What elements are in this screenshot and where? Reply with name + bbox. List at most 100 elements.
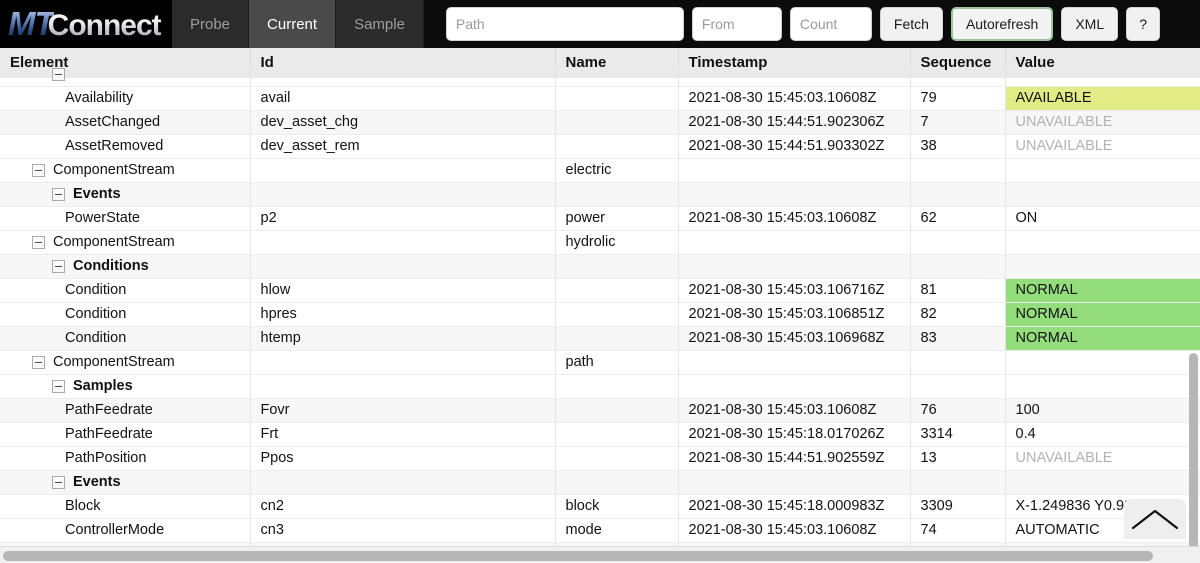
cell-sequence: 83 <box>910 326 1006 351</box>
xml-button[interactable]: XML <box>1061 7 1119 41</box>
top-navbar: MTConnect Probe Current Sample Fetch Aut… <box>0 0 1200 48</box>
table-row[interactable]: Block cn2 block 2021-08-30 15:45:18.000983Z… <box>0 494 1200 519</box>
element-label: AssetChanged <box>65 114 161 130</box>
horizontal-scrollbar-thumb[interactable] <box>3 551 1153 561</box>
cell-timestamp: 2021-08-30 15:44:51.902306Z <box>678 110 911 135</box>
cell-element: Availability <box>0 86 251 111</box>
column-header-id[interactable]: Id <box>250 48 556 79</box>
autorefresh-button[interactable]: Autorefresh <box>950 7 1054 41</box>
table-row[interactable]: Conditions <box>0 254 1200 279</box>
horizontal-scrollbar-track[interactable] <box>0 546 1200 563</box>
element-label: Block <box>65 498 101 514</box>
table-row[interactable]: ControllerMode cn3 mode 2021-08-30 15:45:03… <box>0 518 1200 543</box>
cell-name <box>555 110 679 135</box>
element-label: ComponentStream <box>53 162 175 178</box>
table-row[interactable]: PathFeedrate Fovr 2021-08-30 15:45:03.1060… <box>0 398 1200 423</box>
table-row[interactable]: Events <box>0 182 1200 207</box>
element-label: Condition <box>65 330 127 346</box>
collapse-toggle-icon[interactable] <box>52 475 65 489</box>
column-header-sequence[interactable]: Sequence <box>910 48 1006 79</box>
cell-timestamp: 2021-08-30 15:45:03.10608Z <box>678 206 911 231</box>
table-row[interactable]: AssetRemoved dev_asset_rem 2021-08-30 15:4… <box>0 134 1200 159</box>
cell-name <box>555 422 679 447</box>
tab-probe[interactable]: Probe <box>172 0 250 48</box>
cell-value: UNAVAILABLE <box>1005 134 1200 159</box>
cell-sequence <box>910 470 1006 495</box>
help-button[interactable]: ? <box>1126 7 1161 41</box>
fetch-button[interactable]: Fetch <box>879 7 943 41</box>
status-badge: NORMAL <box>1005 327 1200 350</box>
cell-sequence: 3309 <box>910 494 1006 519</box>
column-header-element[interactable]: Element <box>0 48 251 79</box>
table-row[interactable]: ComponentStream electric <box>0 158 1200 183</box>
element-label: Conditions <box>73 258 149 274</box>
scroll-to-top-button[interactable] <box>1124 499 1186 539</box>
cell-timestamp <box>678 254 911 279</box>
element-label: PathFeedrate <box>65 402 153 418</box>
path-input[interactable] <box>445 7 684 41</box>
table-row[interactable]: Samples <box>0 374 1200 399</box>
table-row[interactable]: PathPosition Ppos 2021-08-30 15:44:51.9025… <box>0 446 1200 471</box>
cell-value <box>1005 350 1200 375</box>
count-input[interactable] <box>789 7 872 41</box>
cell-value <box>1005 254 1200 279</box>
table-row[interactable]: Condition hpres 2021-08-30 15:45:03.106851… <box>0 302 1200 327</box>
table-row[interactable]: ComponentStream hydrolic <box>0 230 1200 255</box>
cell-value: NORMAL <box>1005 278 1200 303</box>
cell-timestamp: 2021-08-30 15:45:03.106716Z <box>678 278 911 303</box>
cell-id <box>250 374 556 399</box>
table-row[interactable]: Events <box>0 470 1200 495</box>
tab-sample[interactable]: Sample <box>336 0 424 48</box>
cell-element: ComponentStream <box>0 158 251 183</box>
cell-element: Condition <box>0 302 251 327</box>
cell-name: electric <box>555 158 679 183</box>
collapse-toggle-icon[interactable] <box>32 235 45 249</box>
table-row[interactable]: Condition hlow 2021-08-30 15:45:03.106716Z… <box>0 278 1200 303</box>
status-badge: NORMAL <box>1005 279 1200 302</box>
collapse-toggle-icon[interactable] <box>32 163 45 177</box>
cell-element: Condition <box>0 278 251 303</box>
collapse-toggle-icon[interactable] <box>52 67 65 81</box>
cell-sequence: 3314 <box>910 422 1006 447</box>
cell-name <box>555 134 679 159</box>
element-label: PathPosition <box>65 450 147 466</box>
table-row[interactable]: PowerState p2 power 2021-08-30 15:45:03.106… <box>0 206 1200 231</box>
logo-connect-text: Connect <box>47 9 162 42</box>
collapse-toggle-icon[interactable] <box>32 355 45 369</box>
table-row[interactable]: PathFeedrate Frt 2021-08-30 15:45:18.01702… <box>0 422 1200 447</box>
collapse-toggle-icon[interactable] <box>52 379 65 393</box>
cell-element: PowerState <box>0 206 251 231</box>
cell-timestamp <box>678 374 911 399</box>
cell-element: ComponentStream <box>0 230 251 255</box>
cell-value <box>1005 182 1200 207</box>
element-label: ComponentStream <box>53 354 175 370</box>
cell-id: hpres <box>250 302 556 327</box>
from-input[interactable] <box>691 7 782 41</box>
table-row[interactable]: Availability avail 2021-08-30 15:45:03.106… <box>0 86 1200 111</box>
cell-sequence: 81 <box>910 278 1006 303</box>
cell-element: Events <box>0 182 251 207</box>
vertical-scrollbar[interactable] <box>1189 353 1198 563</box>
cell-id: Frt <box>250 422 556 447</box>
table-row[interactable]: Condition htemp 2021-08-30 15:45:03.106968… <box>0 326 1200 351</box>
element-label: Condition <box>65 282 127 298</box>
collapse-toggle-icon[interactable] <box>52 259 65 273</box>
cell-timestamp: 2021-08-30 15:45:18.000983Z <box>678 494 911 519</box>
cell-id <box>250 350 556 375</box>
mtconnect-logo: MTConnect <box>0 0 172 48</box>
cell-id: Fovr <box>250 398 556 423</box>
cell-timestamp <box>678 350 911 375</box>
tab-current[interactable]: Current <box>249 0 337 48</box>
cell-name: mode <box>555 518 679 543</box>
cell-element: Events <box>0 470 251 495</box>
cell-timestamp <box>678 230 911 255</box>
cell-timestamp <box>678 470 911 495</box>
table-row[interactable]: ComponentStream path <box>0 350 1200 375</box>
collapse-toggle-icon[interactable] <box>52 187 65 201</box>
column-header-timestamp[interactable]: Timestamp <box>678 48 911 79</box>
table-row[interactable]: AssetChanged dev_asset_chg 2021-08-30 15:4… <box>0 110 1200 135</box>
element-label: Condition <box>65 306 127 322</box>
cell-timestamp: 2021-08-30 15:44:51.903302Z <box>678 134 911 159</box>
column-header-name[interactable]: Name <box>555 48 679 79</box>
column-header-value[interactable]: Value <box>1005 48 1200 79</box>
